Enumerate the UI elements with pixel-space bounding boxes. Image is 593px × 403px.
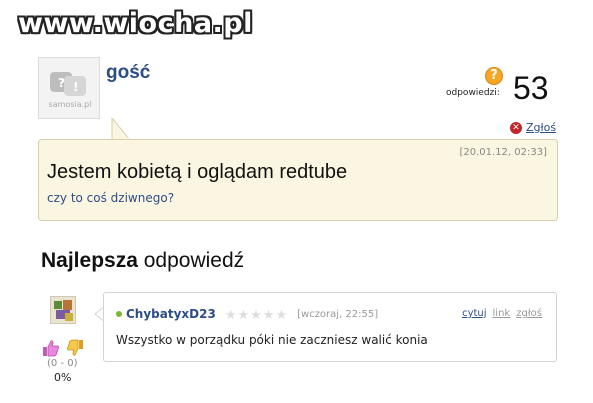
star-icon[interactable]: ★ <box>275 308 287 321</box>
online-status-icon <box>116 311 122 317</box>
vote-percent: 0% <box>54 371 72 384</box>
question-bubble: [20.01.12, 02:33] Jestem kobietą i ogląd… <box>38 139 558 221</box>
svg-text:?: ? <box>58 76 65 90</box>
question-body: czy to coś dziwnego? <box>47 191 175 205</box>
star-icon[interactable]: ★ <box>250 308 262 321</box>
svg-text:!: ! <box>73 80 78 94</box>
report-question-link[interactable]: ✕ Zgłoś <box>510 121 556 134</box>
question-author-name[interactable]: gość <box>106 62 150 84</box>
question-title: Jestem kobietą i oglądam redtube <box>47 161 348 183</box>
star-icon[interactable]: ★ <box>263 308 275 321</box>
vote-counts: (0 - 0) <box>47 358 78 369</box>
answer-text: Wszystko w porządku póki nie zaczniesz w… <box>116 333 428 347</box>
star-icon[interactable]: ★ <box>225 308 237 321</box>
answer-actions: cytuj link zgłoś <box>462 308 542 319</box>
avatar-logo-text: samosia.pl <box>48 100 92 109</box>
thumbs-up-icon[interactable] <box>41 338 61 358</box>
thumbs-down-icon[interactable] <box>65 338 85 358</box>
cite-link[interactable]: cytuj <box>462 308 486 319</box>
report-question-label: Zgłoś <box>526 121 557 134</box>
question-mark-icon: ? <box>485 67 503 85</box>
vote-buttons <box>41 338 85 358</box>
best-answer-box: ChybatyxD23 ★ ★ ★ ★ ★ [wczoraj, 22:55] c… <box>103 292 557 362</box>
answers-count: 53 <box>513 70 549 106</box>
rating-stars[interactable]: ★ ★ ★ ★ ★ <box>225 308 287 321</box>
star-icon[interactable]: ★ <box>237 308 249 321</box>
question-date: [20.01.12, 02:33] <box>459 147 547 158</box>
answer-author-avatar[interactable] <box>50 296 76 324</box>
answer-date: [wczoraj, 22:55] <box>297 308 379 320</box>
best-answer-heading-bold: Najlepsza <box>41 249 138 272</box>
answer-header: ChybatyxD23 ★ ★ ★ ★ ★ [wczoraj, 22:55] <box>116 307 378 321</box>
permalink-link[interactable]: link <box>493 308 511 319</box>
answers-label: odpowiedzi: <box>446 88 500 98</box>
answer-author-name[interactable]: ChybatyxD23 <box>126 307 216 321</box>
report-answer-link[interactable]: zgłoś <box>516 308 542 319</box>
watermark: www.wiocha.pl <box>18 8 253 39</box>
best-answer-heading-rest: odpowiedź <box>137 249 245 272</box>
report-icon: ✕ <box>510 121 522 134</box>
best-answer-heading: Najlepsza odpowiedź <box>41 249 244 273</box>
question-author-avatar[interactable]: ? ! samosia.pl <box>38 57 100 119</box>
